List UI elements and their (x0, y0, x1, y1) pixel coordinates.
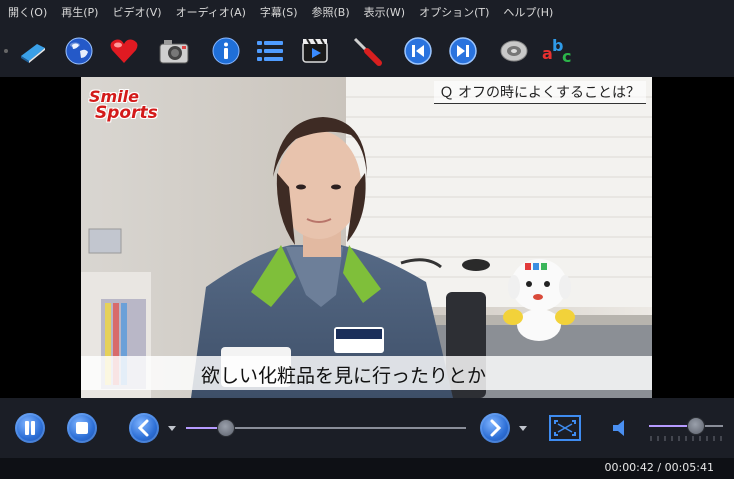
question-caption: Ｑ オフの時によくすることは？ (433, 81, 646, 104)
toolbar-grip[interactable] (4, 49, 8, 53)
next-icon (449, 37, 477, 65)
volume-ticks (650, 436, 722, 441)
book-button[interactable] (16, 34, 50, 68)
rewind-button[interactable] (129, 413, 159, 443)
pause-icon (25, 421, 35, 435)
menu-play[interactable]: 再生(P) (54, 4, 105, 20)
screwdriver-icon (353, 37, 382, 66)
pause-button[interactable] (15, 413, 45, 443)
fullscreen-button[interactable] (549, 415, 581, 441)
mute-button[interactable] (610, 417, 630, 439)
info-button[interactable] (209, 34, 243, 68)
video-frame[interactable]: Smile Sports Ｑ オフの時によくすることは？ 欲しい化粧品を見に行っ… (81, 77, 652, 398)
tools-button[interactable] (350, 34, 384, 68)
next-button[interactable] (446, 34, 480, 68)
abc-icon: a b c (542, 36, 571, 66)
globe-icon (65, 37, 93, 65)
screenshot-button[interactable] (157, 34, 191, 68)
forward-button[interactable] (480, 413, 510, 443)
chevron-left-icon (137, 419, 149, 437)
playback-controls (0, 398, 734, 458)
status-bar: 00:00:42 / 00:05:41 (0, 458, 734, 479)
menu-video[interactable]: ビデオ(V) (105, 4, 168, 20)
chevron-right-icon (490, 419, 502, 437)
book-icon (21, 44, 45, 63)
time-display: 00:00:42 / 00:05:41 (604, 461, 714, 474)
speaker-icon (613, 420, 624, 436)
disc-button[interactable] (497, 34, 531, 68)
menu-help[interactable]: ヘルプ(H) (496, 4, 560, 20)
volume-knob[interactable] (686, 417, 705, 435)
camera-icon (159, 40, 189, 64)
film-button[interactable] (298, 34, 332, 68)
menu-bar: 開く(O) 再生(P) ビデオ(V) オーディオ(A) 字幕(S) 参照(B) … (0, 0, 734, 24)
playlist-button[interactable] (253, 34, 287, 68)
previous-button[interactable] (401, 34, 435, 68)
toolbar: a b c (0, 24, 734, 77)
stop-button[interactable] (67, 413, 97, 443)
logo-sports: Sports (95, 103, 158, 123)
video-scene (81, 77, 652, 398)
volume-slider[interactable] (649, 416, 723, 442)
rewind-dropdown-icon[interactable] (167, 425, 177, 433)
subtitle-text: 欲しい化粧品を見に行ったりとか (201, 365, 487, 387)
stop-icon (76, 422, 88, 434)
forward-dropdown-icon[interactable] (518, 425, 528, 433)
heart-icon (110, 39, 138, 63)
svg-text:c: c (562, 47, 571, 66)
film-icon (302, 38, 328, 63)
seek-knob[interactable] (217, 419, 236, 437)
fullscreen-icon (549, 415, 581, 441)
menu-subtitle[interactable]: 字幕(S) (253, 4, 305, 20)
video-area[interactable]: Smile Sports Ｑ オフの時によくすることは？ 欲しい化粧品を見に行っ… (0, 77, 734, 398)
menu-view[interactable]: 表示(W) (357, 4, 412, 20)
info-icon (212, 37, 240, 65)
menu-audio[interactable]: オーディオ(A) (169, 4, 253, 20)
list-icon (257, 41, 283, 61)
favorite-button[interactable] (107, 34, 141, 68)
menu-open[interactable]: 開く(O) (0, 4, 54, 20)
menu-options[interactable]: オプション(T) (412, 4, 496, 20)
globe-button[interactable] (62, 34, 96, 68)
menu-browse[interactable]: 参照(B) (305, 4, 357, 20)
subtitle-abc-button[interactable]: a b c (541, 34, 575, 68)
disc-icon (500, 40, 528, 62)
previous-icon (404, 37, 432, 65)
seek-bar[interactable] (186, 418, 466, 438)
